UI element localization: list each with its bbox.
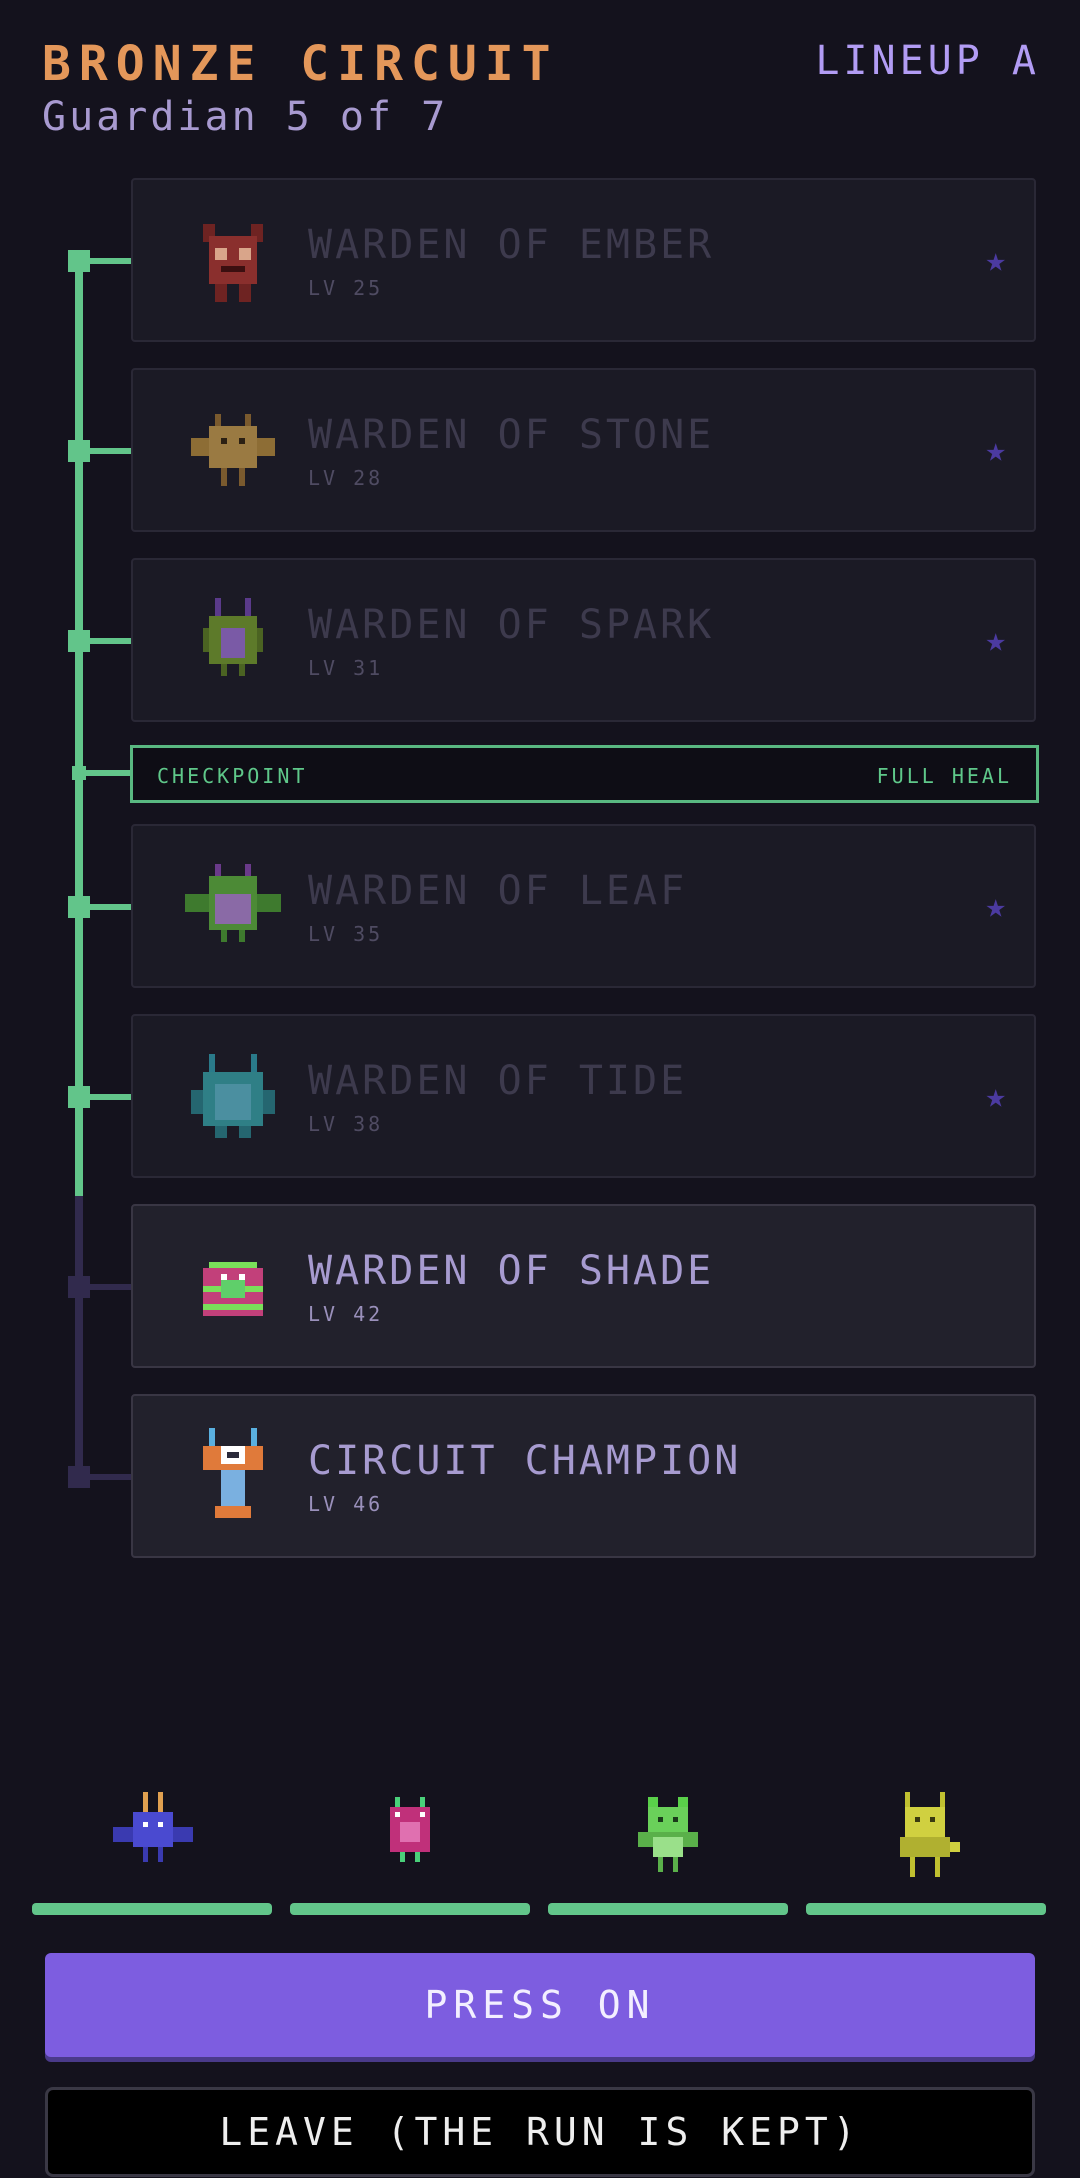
guardian-connector	[82, 1094, 132, 1100]
tide-warden-sprite	[191, 1054, 275, 1138]
checkpoint-label: CHECKPOINT	[157, 764, 308, 788]
leaf-warden-sprite	[185, 864, 281, 942]
guardian-name: WARDEN OF STONE	[308, 412, 715, 458]
guardian-connector	[82, 1474, 132, 1480]
guardian-card-champion[interactable]: CIRCUIT CHAMPION LV 46	[131, 1394, 1036, 1558]
checkpoint-reward: FULL HEAL	[876, 764, 1012, 788]
guardian-card-stone[interactable]: WARDEN OF STONE LV 28 ★	[131, 368, 1036, 532]
ember-warden-sprite	[203, 224, 263, 302]
progress-rail-done	[75, 261, 83, 1196]
circuit-screen: BRONZE CIRCUIT Guardian 5 of 7 LINEUP A …	[0, 0, 1080, 2178]
party-hp-bar	[548, 1903, 788, 1915]
party-hp-bar	[290, 1903, 530, 1915]
blue-bat-sprite[interactable]	[113, 1792, 193, 1882]
guardian-card-shade[interactable]: WARDEN OF SHADE LV 42	[131, 1204, 1036, 1368]
pink-blob-sprite[interactable]	[370, 1792, 450, 1882]
shade-warden-sprite	[203, 1262, 263, 1316]
guardian-name: WARDEN OF LEAF	[308, 868, 688, 914]
guardian-card-spark[interactable]: WARDEN OF SPARK LV 31 ★	[131, 558, 1036, 722]
lineup-label[interactable]: LINEUP A	[815, 38, 1040, 84]
guardian-name: WARDEN OF SHADE	[308, 1248, 715, 1294]
guardian-connector	[82, 904, 132, 910]
guardian-name: WARDEN OF TIDE	[308, 1058, 688, 1104]
guardian-level: LV 31	[308, 656, 384, 680]
yellow-sprout-sprite[interactable]	[885, 1792, 965, 1882]
guardian-level: LV 35	[308, 922, 384, 946]
press-on-button[interactable]: PRESS ON	[45, 1953, 1035, 2057]
guardian-connector	[82, 638, 132, 644]
party-hp-bar	[32, 1903, 272, 1915]
guardian-connector	[82, 258, 132, 264]
cleared-star-icon: ★	[985, 886, 1006, 926]
cleared-star-icon: ★	[985, 1076, 1006, 1116]
guardian-connector	[82, 448, 132, 454]
guardian-card-ember[interactable]: WARDEN OF EMBER LV 25 ★	[131, 178, 1036, 342]
guardian-level: LV 42	[308, 1302, 384, 1326]
green-imp-sprite[interactable]	[628, 1792, 708, 1882]
guardian-progress: Guardian 5 of 7	[42, 94, 449, 140]
progress-rail-pending	[75, 1196, 83, 1481]
spark-warden-sprite	[203, 598, 263, 676]
guardian-connector	[82, 1284, 132, 1290]
guardian-level: LV 25	[308, 276, 384, 300]
cleared-star-icon: ★	[985, 430, 1006, 470]
circuit-title: BRONZE CIRCUIT	[42, 36, 559, 92]
guardian-name: WARDEN OF SPARK	[308, 602, 715, 648]
guardian-level: LV 38	[308, 1112, 384, 1136]
cleared-star-icon: ★	[985, 240, 1006, 280]
party-hp-bar	[806, 1903, 1046, 1915]
checkpoint-banner: CHECKPOINT FULL HEAL	[130, 745, 1039, 803]
checkpoint-connector	[82, 770, 132, 776]
guardian-name: WARDEN OF EMBER	[308, 222, 715, 268]
stone-warden-sprite	[191, 414, 275, 486]
leave-button[interactable]: LEAVE (THE RUN IS KEPT)	[45, 2087, 1035, 2177]
guardian-level: LV 46	[308, 1492, 384, 1516]
guardian-card-tide[interactable]: WARDEN OF TIDE LV 38 ★	[131, 1014, 1036, 1178]
champion-sprite	[203, 1428, 263, 1518]
guardian-card-leaf[interactable]: WARDEN OF LEAF LV 35 ★	[131, 824, 1036, 988]
cleared-star-icon: ★	[985, 620, 1006, 660]
guardian-level: LV 28	[308, 466, 384, 490]
guardian-name: CIRCUIT CHAMPION	[308, 1438, 742, 1484]
